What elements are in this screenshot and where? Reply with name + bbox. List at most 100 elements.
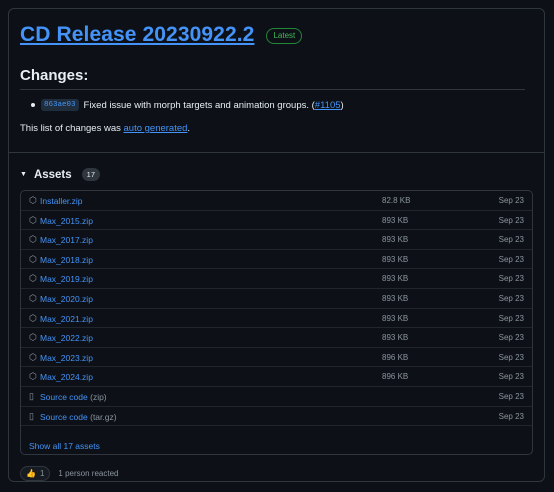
- package-icon: ⬡: [29, 253, 37, 264]
- asset-row: ⬡ Max_2022.zip 893 KB Sep 23: [21, 328, 532, 348]
- asset-row: ⬡ Max_2023.zip 896 KB Sep 23: [21, 348, 532, 368]
- reaction-count: 1: [39, 469, 45, 478]
- asset-size: 893 KB: [382, 215, 409, 225]
- asset-link[interactable]: Max_2020.zip: [40, 294, 93, 304]
- package-icon: ⬡: [29, 234, 37, 245]
- package-icon: ⬡: [29, 195, 37, 205]
- asset-size: 893 KB: [382, 333, 409, 343]
- asset-date: Sep 23: [498, 313, 524, 323]
- asset-size: 893 KB: [382, 254, 409, 264]
- assets-heading: Assets: [33, 168, 72, 181]
- note-suffix: .: [187, 123, 191, 134]
- asset-name: Max_2023.zip: [40, 352, 93, 363]
- change-item: 863ae03 Fixed issue with morph targets a…: [31, 99, 344, 111]
- package-icon: ⬡: [29, 351, 37, 362]
- asset-link[interactable]: Max_2015.zip: [40, 216, 93, 226]
- note-prefix: This list of changes was: [20, 123, 124, 134]
- asset-date: Sep 23: [498, 215, 524, 225]
- asset-link[interactable]: Source code (zip): [40, 392, 107, 402]
- asset-size: 893 KB: [382, 274, 409, 284]
- package-icon: ⬡: [29, 371, 37, 382]
- change-text: Fixed issue with morph targets and anima…: [83, 99, 315, 111]
- thumbs-up-icon: 👍: [26, 469, 36, 478]
- assets-list: ⬡ Installer.zip 82.8 KB Sep 23 ⬡ Max_2015.zip…: [20, 190, 533, 455]
- asset-size: 893 KB: [382, 313, 409, 323]
- asset-date: Sep 23: [498, 293, 524, 303]
- asset-row: ⬡ Installer.zip 82.8 KB Sep 23: [21, 191, 532, 211]
- asset-link[interactable]: Max_2022.zip: [40, 333, 93, 343]
- asset-date: Sep 23: [498, 235, 524, 245]
- asset-size: 82.8 KB: [382, 196, 411, 205]
- asset-format: (zip): [90, 391, 107, 402]
- asset-row: ⬡ Max_2021.zip 893 KB Sep 23: [21, 309, 532, 329]
- asset-row: ⬡ Max_2017.zip 893 KB Sep 23: [21, 230, 532, 250]
- reaction-summary: 1 person reacted: [58, 469, 119, 478]
- asset-name: Installer.zip: [40, 196, 83, 206]
- package-icon: ⬡: [29, 292, 37, 303]
- asset-name: Max_2024.zip: [40, 372, 93, 383]
- release-header: CD Release 20230922.2 Latest: [20, 23, 303, 47]
- reactions-row: 👍 1 1 person reacted: [20, 466, 118, 481]
- assets-toggle[interactable]: ▼ Assets 17: [20, 168, 100, 181]
- assets-count-badge: 17: [81, 168, 100, 181]
- change-text-close: ): [340, 99, 344, 111]
- asset-format: (tar.gz): [90, 411, 117, 422]
- asset-date: Sep 23: [498, 196, 524, 205]
- asset-size: 893 KB: [382, 235, 409, 245]
- asset-name: Source code: [40, 391, 88, 402]
- asset-row: ▯ Source code (tar.gz) Sep 23: [21, 407, 532, 427]
- asset-row: ⬡ Max_2020.zip 893 KB Sep 23: [21, 289, 532, 309]
- commit-sha-link[interactable]: 863ae03: [41, 99, 79, 111]
- changes-divider: [20, 89, 525, 90]
- asset-name: Max_2018.zip: [40, 254, 93, 265]
- section-divider: [9, 152, 544, 153]
- asset-name: Max_2021.zip: [40, 313, 93, 324]
- asset-date: Sep 23: [498, 254, 524, 264]
- asset-date: Sep 23: [498, 391, 524, 401]
- caret-down-icon: ▼: [20, 171, 27, 178]
- show-all-assets-link[interactable]: Show all 17 assets: [29, 441, 100, 451]
- asset-date: Sep 23: [498, 274, 524, 284]
- asset-row: ▯ Source code (zip) Sep 23: [21, 387, 532, 407]
- asset-name: Max_2022.zip: [40, 333, 93, 344]
- bullet-icon: [31, 103, 35, 107]
- asset-date: Sep 23: [498, 372, 524, 382]
- asset-name: Max_2015.zip: [40, 215, 93, 226]
- asset-link[interactable]: Max_2024.zip: [40, 372, 93, 382]
- pull-request-link[interactable]: #1105: [315, 100, 341, 111]
- latest-badge: Latest: [266, 28, 303, 44]
- package-icon: ⬡: [29, 214, 37, 225]
- asset-link[interactable]: Source code (tar.gz): [40, 412, 117, 422]
- asset-name: Max_2020.zip: [40, 293, 93, 304]
- asset-date: Sep 23: [498, 411, 524, 421]
- asset-link[interactable]: Installer.zip: [40, 196, 83, 206]
- asset-name: Source code: [40, 411, 88, 422]
- file-zip-icon: ▯: [29, 390, 34, 401]
- asset-link[interactable]: Max_2017.zip: [40, 235, 93, 245]
- asset-size: 893 KB: [382, 293, 409, 303]
- asset-name: Max_2017.zip: [40, 235, 93, 246]
- asset-link[interactable]: Max_2023.zip: [40, 353, 93, 363]
- release-card: CD Release 20230922.2 Latest Changes: 86…: [8, 8, 545, 482]
- changes-heading: Changes:: [20, 67, 89, 84]
- file-zip-icon: ▯: [29, 410, 34, 421]
- asset-date: Sep 23: [498, 333, 524, 343]
- asset-row: ⬡ Max_2018.zip 893 KB Sep 23: [21, 250, 532, 270]
- asset-name: Max_2019.zip: [40, 274, 93, 285]
- asset-size: 896 KB: [382, 372, 409, 382]
- asset-link[interactable]: Max_2019.zip: [40, 274, 93, 284]
- auto-generated-link[interactable]: auto generated: [124, 123, 188, 134]
- asset-row: ⬡ Max_2024.zip 896 KB Sep 23: [21, 367, 532, 387]
- asset-link[interactable]: Max_2018.zip: [40, 255, 93, 265]
- asset-row: ⬡ Max_2015.zip 893 KB Sep 23: [21, 211, 532, 231]
- asset-row: ⬡ Max_2019.zip 893 KB Sep 23: [21, 269, 532, 289]
- reaction-button[interactable]: 👍 1: [20, 466, 51, 481]
- asset-link[interactable]: Max_2021.zip: [40, 314, 93, 324]
- changes-note: This list of changes was auto generated.: [20, 123, 190, 134]
- release-title-link[interactable]: CD Release 20230922.2: [20, 23, 254, 47]
- package-icon: ⬡: [29, 273, 37, 284]
- asset-date: Sep 23: [498, 352, 524, 362]
- package-icon: ⬡: [29, 312, 37, 323]
- package-icon: ⬡: [29, 332, 37, 343]
- asset-size: 896 KB: [382, 352, 409, 362]
